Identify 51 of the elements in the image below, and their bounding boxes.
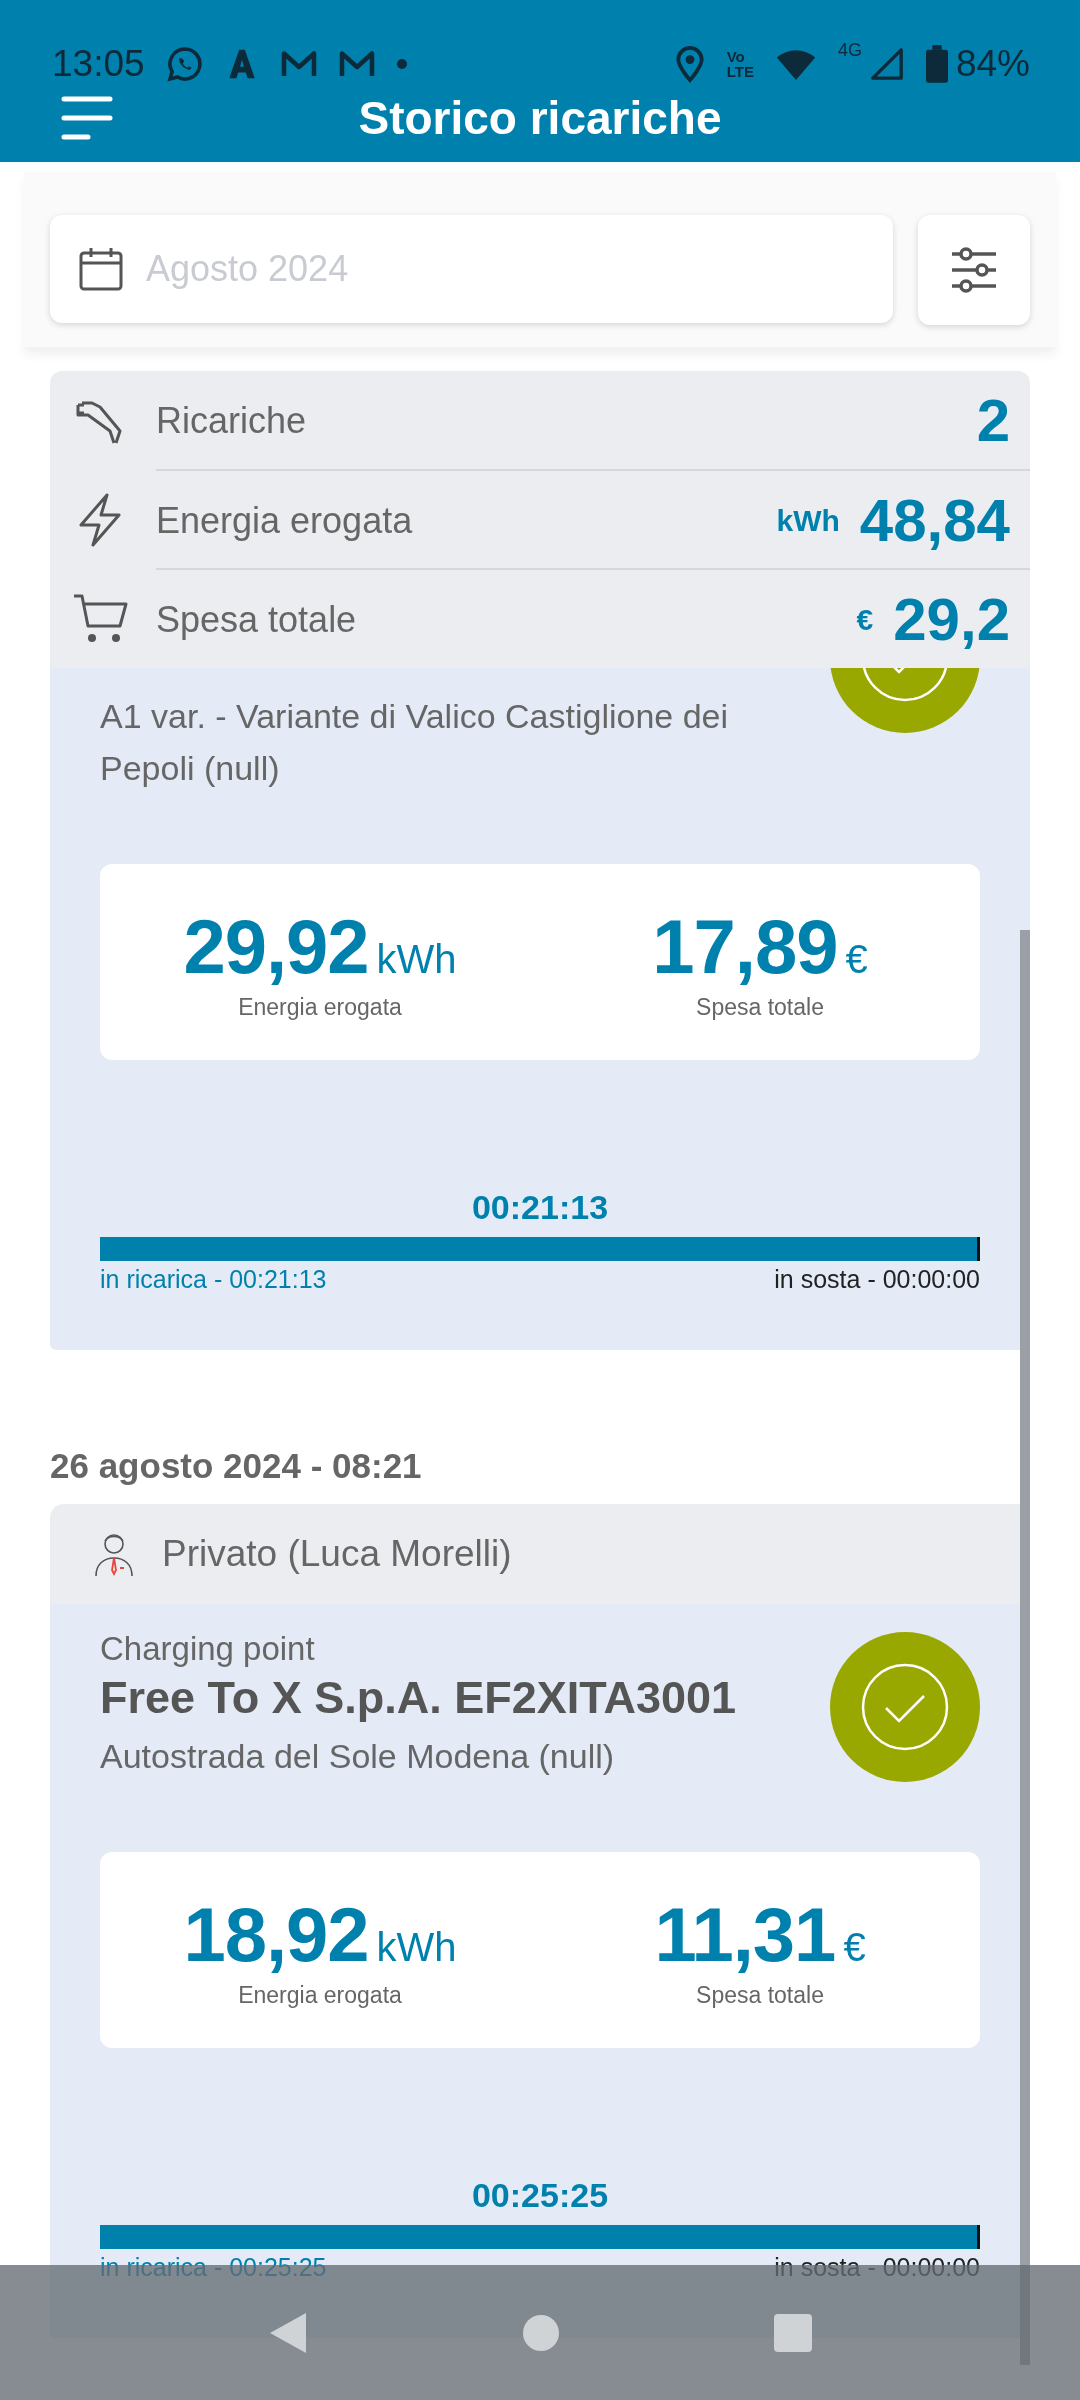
stat-label: Spesa totale [696,1982,824,2009]
mail-icon [338,49,375,79]
chat-bubble-icon [166,46,203,82]
cost-value: 11,31 [654,1891,836,1978]
station-address: Autostrada del Sole Modena (null) [100,1736,616,1777]
lightning-icon [77,492,123,547]
battery-percent: 84% [955,43,1030,85]
screen-title: Storico ricariche [358,92,722,144]
session-date: 26 agosto 2024 - 08:21 [50,1446,423,1486]
summary-label: Spesa totale [156,598,358,641]
summary-value: 29,2 [893,585,1010,654]
summary-value: 48,84 [859,486,1010,555]
charging-time: in ricarica - 00:21:13 [100,1265,327,1294]
signal-icon [869,47,904,81]
summary-label: Ricariche [156,399,308,442]
status-time: 13:05 [52,43,145,85]
stat-label: Spesa totale [696,994,824,1021]
network-label: 4G [837,40,862,61]
stat-label: Energia erogata [238,1982,402,2009]
unit-label: € [843,1925,866,1970]
calendar-icon [78,246,124,292]
duration: 00:25:25 [470,2176,610,2215]
unit-label: kWh [376,1925,457,1970]
menu-button[interactable] [60,95,114,141]
volte-label: Vo LTE [726,49,754,79]
wifi-icon [775,48,816,80]
sliders-icon [950,247,998,293]
point-type: Charging point [100,1630,316,1668]
dot-icon [396,59,407,69]
session-card[interactable]: A1 var. - Variante di Valico Castiglione dei Pepoli (null) 29,92 kWh Energia erogata 17,89€ Spesa totale 00:21:13 in ricarica - 00:21:13 in sosta - 00:00:00 [50,668,1030,1350]
unit-label: € [845,937,868,982]
station-name: Free To X S.p.A. EF2XITA3001 [100,1672,738,1724]
customer-name: Privato (Luca Morelli) [162,1533,512,1575]
location-icon [674,45,705,83]
battery-icon [925,45,948,83]
home-button[interactable] [523,2314,559,2351]
duration: 00:21:13 [470,1188,610,1227]
mail-icon [280,49,317,79]
summary-label: Energia erogata [156,499,414,542]
energy-value: 18,92 [183,1891,369,1978]
unit-label: kWh [776,503,840,538]
unit-label: € [856,602,874,637]
summary-value: 2 [976,386,1010,455]
energy-value: 29,92 [183,903,369,990]
unit-label: kWh [376,937,457,982]
cost-value: 17,89 [652,903,838,990]
stat-label: Energia erogata [238,994,402,1021]
filter-button[interactable] [918,215,1030,325]
station-address: A1 var. - Variante di Valico Castiglione dei Pepoli (null) [100,696,730,789]
parking-time: in sosta - 00:00:00 [774,1265,980,1294]
recents-button[interactable] [774,2313,813,2352]
